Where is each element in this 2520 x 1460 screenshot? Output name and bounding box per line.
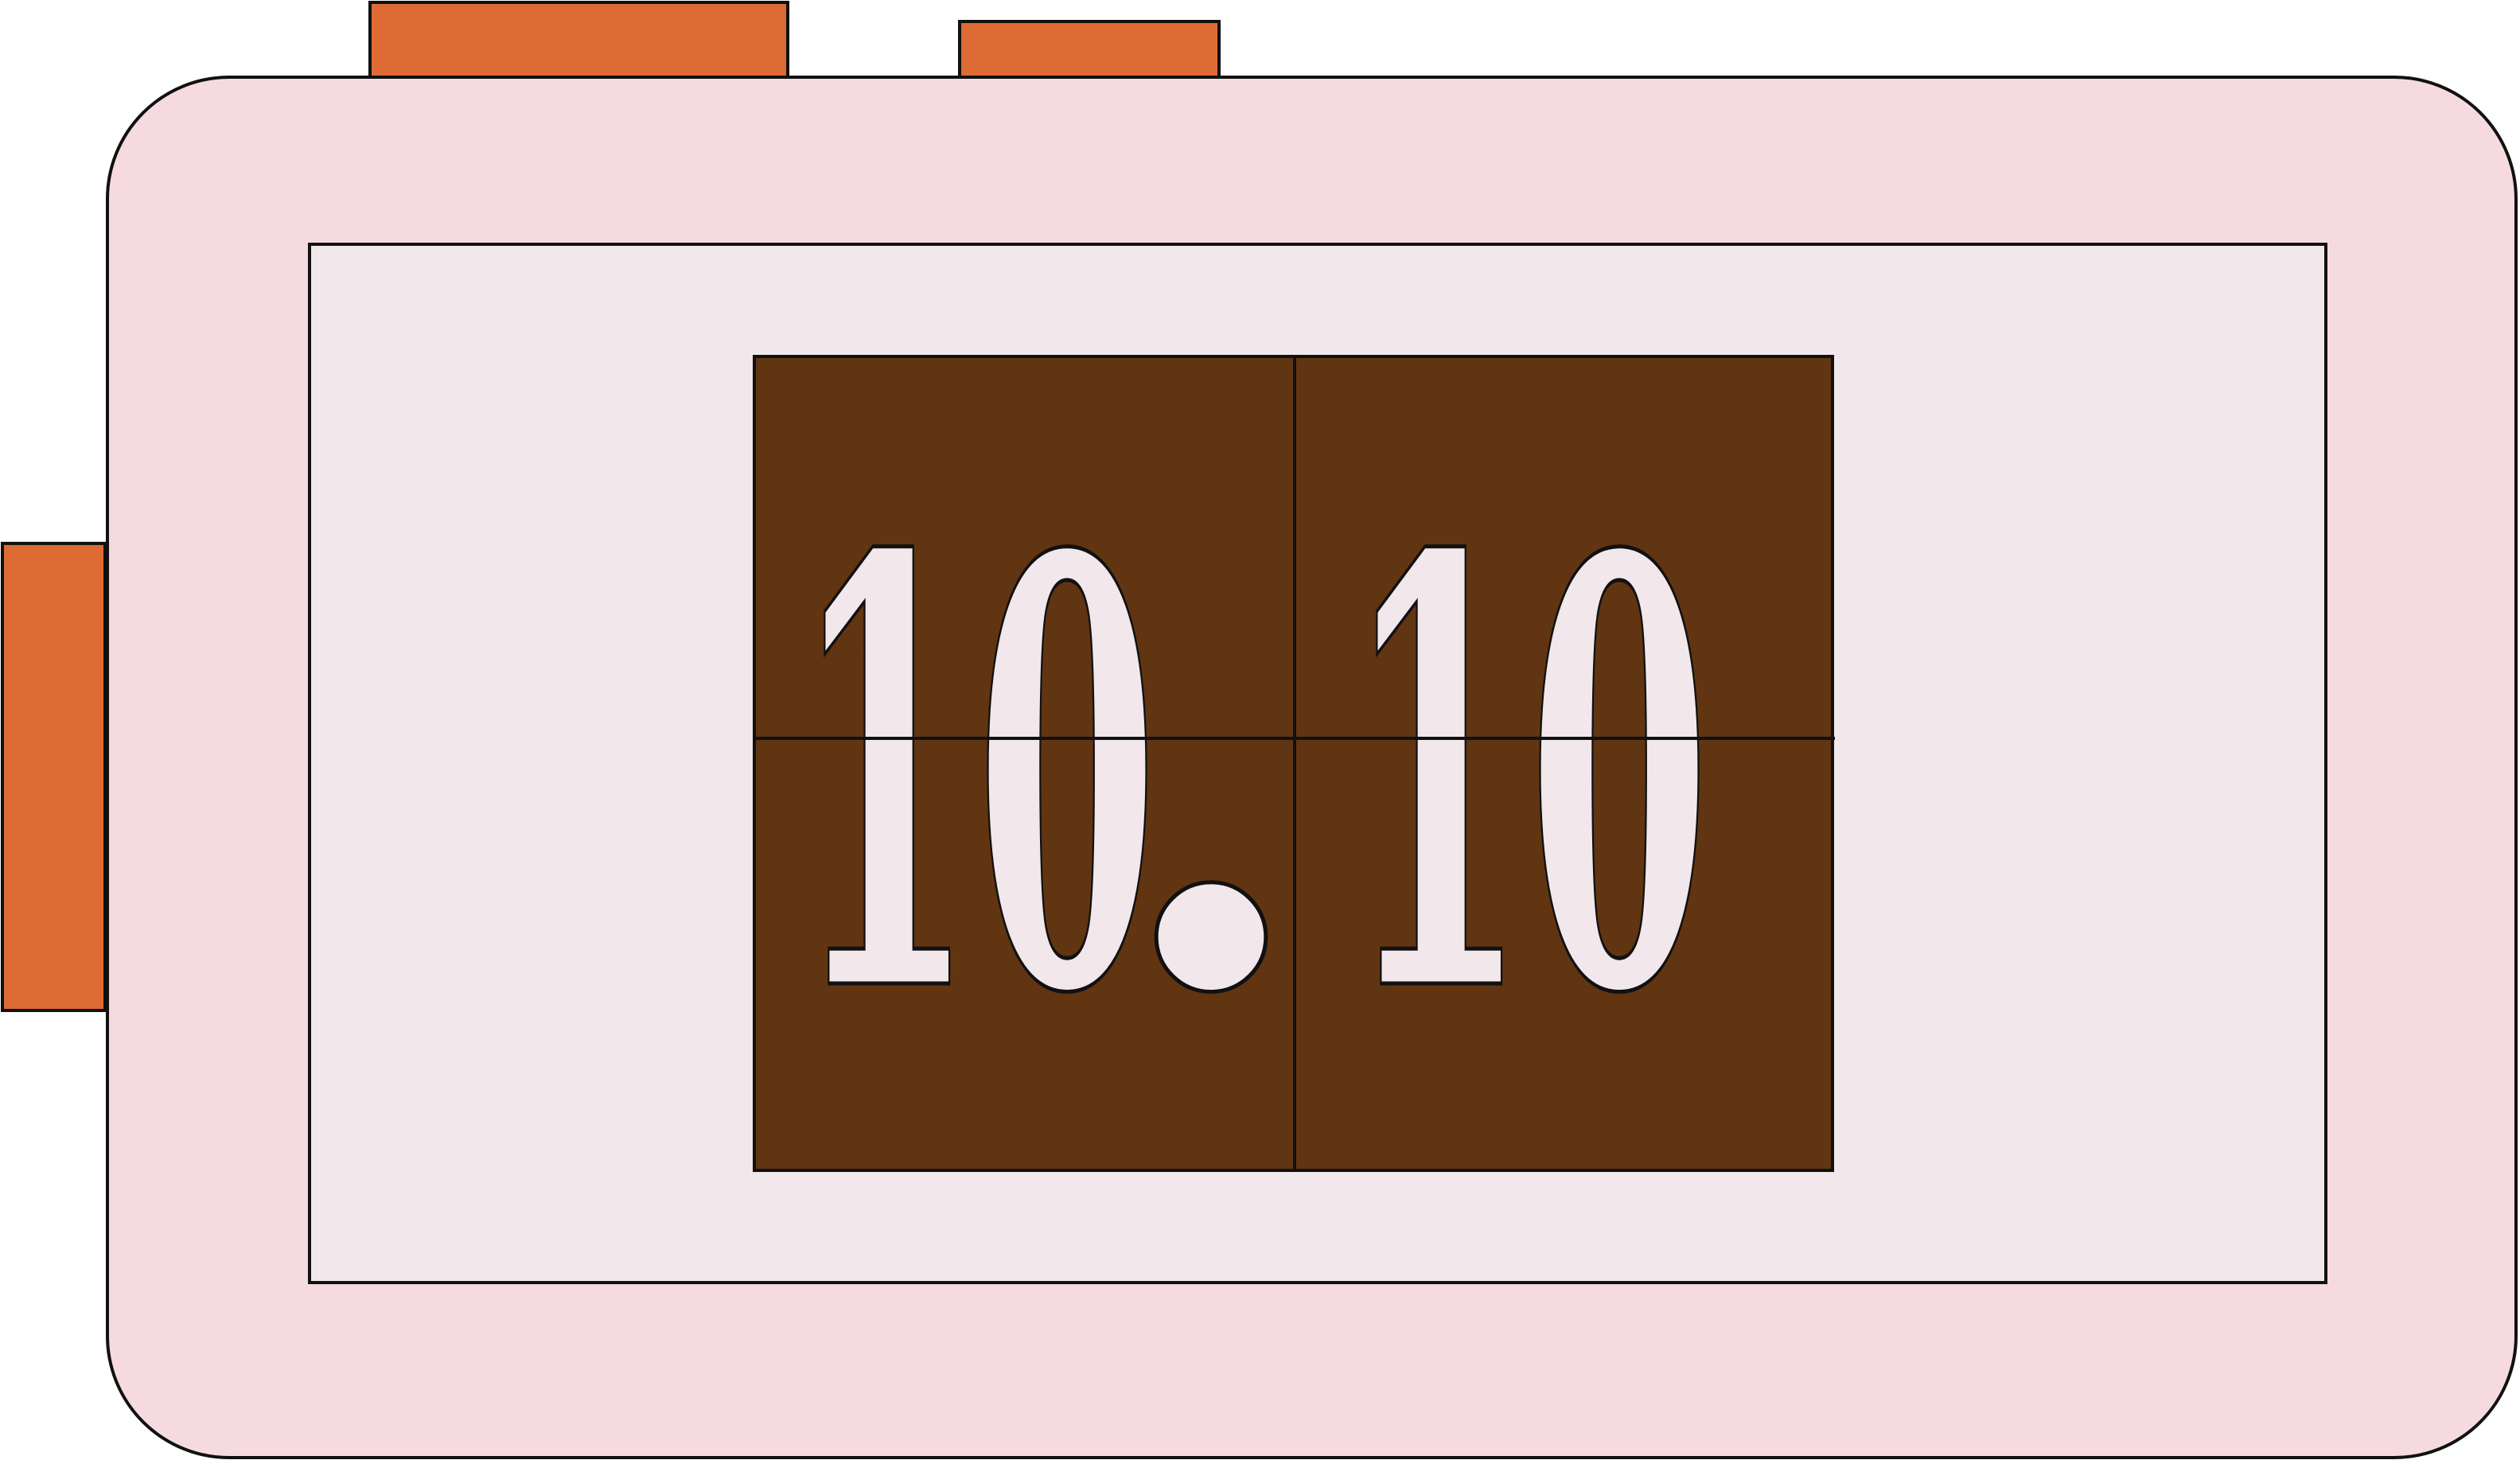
top-left-button[interactable] bbox=[368, 1, 789, 79]
flip-clock-svg: 10 . 10 bbox=[1, 1, 2518, 1459]
minutes-text: 10 bbox=[1345, 430, 1711, 1123]
separator-text: . bbox=[1108, 430, 1314, 1123]
flip-clock-illustration: 10 . 10 bbox=[0, 0, 2520, 1460]
side-button[interactable] bbox=[1, 542, 107, 1012]
hours-text: 10 bbox=[793, 430, 1159, 1123]
top-right-button[interactable] bbox=[958, 20, 1221, 79]
